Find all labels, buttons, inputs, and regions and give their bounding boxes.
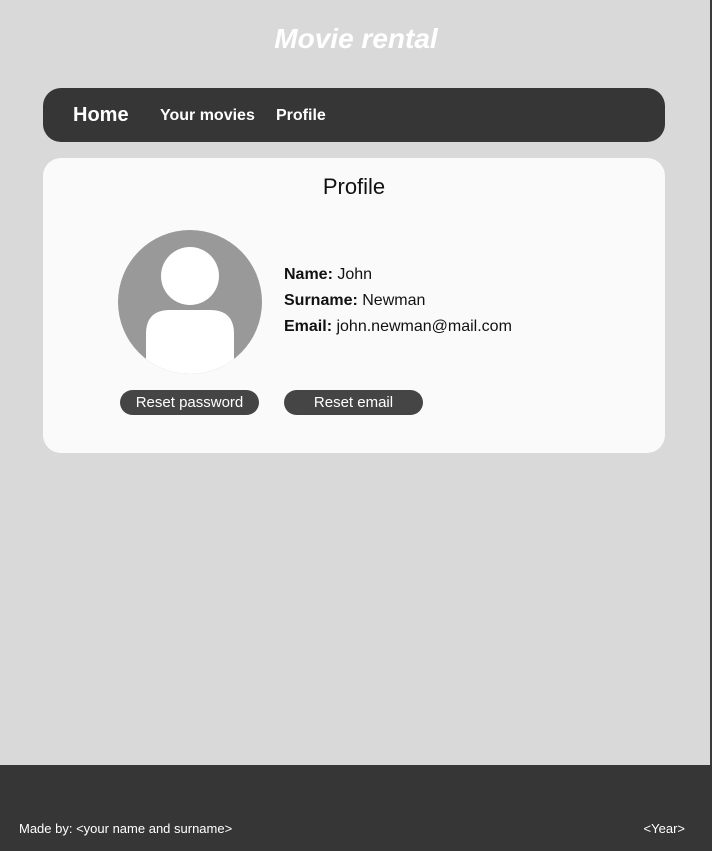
email-row: Email: john.newman@mail.com — [284, 314, 512, 340]
email-value: john.newman@mail.com — [336, 318, 512, 335]
profile-card: Profile Name: John Surname: Newman Email… — [43, 158, 665, 453]
profile-title: Profile — [322, 174, 386, 199]
reset-email-button[interactable]: Reset email — [284, 390, 423, 415]
email-label: Email: — [284, 318, 333, 335]
name-row: Name: John — [284, 262, 512, 288]
app-title: Movie rental — [274, 23, 438, 54]
surname-value: Newman — [362, 292, 426, 309]
user-avatar-icon — [118, 230, 262, 374]
footer-credit: Made by: <your name and surname> — [19, 821, 233, 836]
navbar: Home Your movies Profile — [43, 88, 665, 142]
surname-label: Surname: — [284, 292, 358, 309]
avatar-graphic — [118, 230, 262, 374]
name-value: John — [337, 266, 373, 283]
name-label: Name: — [284, 266, 333, 283]
footer-year: <Year> — [643, 821, 685, 836]
footer: Made by: <your name and surname> <Year> — [0, 765, 712, 851]
nav-profile-link[interactable]: Profile — [276, 106, 326, 126]
surname-row: Surname: Newman — [284, 288, 512, 314]
profile-info: Name: John Surname: Newman Email: john.n… — [284, 262, 512, 340]
reset-password-button[interactable]: Reset password — [120, 390, 259, 415]
nav-home-link[interactable]: Home — [73, 103, 129, 127]
nav-your-movies-link[interactable]: Your movies — [160, 106, 255, 126]
